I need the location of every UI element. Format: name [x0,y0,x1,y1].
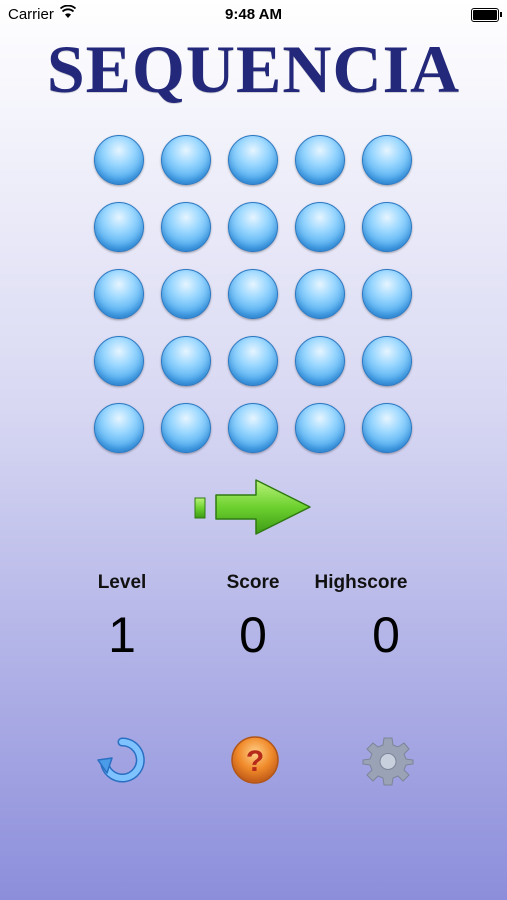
grid-dot-r5-c5[interactable] [362,403,412,453]
battery-icon [471,8,502,22]
grid-dot-r1-c1[interactable] [94,135,144,185]
grid-dot-r1-c3[interactable] [228,135,278,185]
grid-dot-r3-c3[interactable] [228,269,278,319]
grid-dot-r1-c4[interactable] [295,135,345,185]
score-value: 0 [239,607,267,663]
score-label: Score [226,572,280,593]
clock: 9:48 AM [225,6,282,23]
grid-dot-r2-c4[interactable] [295,202,345,252]
grid-dot-r3-c1[interactable] [94,269,144,319]
grid-dot-r3-c2[interactable] [161,269,211,319]
grid-dot-r4-c2[interactable] [161,336,211,386]
sequence-grid [94,135,416,455]
grid-dot-r5-c2[interactable] [161,403,211,453]
level-value: 1 [108,607,136,663]
restart-button[interactable] [96,734,148,786]
grid-dot-r2-c1[interactable] [94,202,144,252]
grid-dot-r4-c5[interactable] [362,336,412,386]
grid-dot-r5-c4[interactable] [295,403,345,453]
grid-dot-r3-c5[interactable] [362,269,412,319]
grid-dot-r2-c2[interactable] [161,202,211,252]
grid-dot-r4-c1[interactable] [94,336,144,386]
grid-dot-r4-c3[interactable] [228,336,278,386]
grid-dot-r1-c5[interactable] [362,135,412,185]
grid-dot-r2-c5[interactable] [362,202,412,252]
svg-text:?: ? [246,745,264,778]
grid-dot-r5-c1[interactable] [94,403,144,453]
status-bar: Carrier 9:48 AM [0,0,507,30]
highscore-value: 0 [372,607,400,663]
help-button[interactable]: ? [229,734,281,786]
highscore-label: Highscore [314,572,408,593]
grid-dot-r3-c4[interactable] [295,269,345,319]
grid-dot-r2-c3[interactable] [228,202,278,252]
help-question-icon: ? [231,736,279,784]
level-label: Level [97,572,147,593]
grid-dot-r5-c3[interactable] [228,403,278,453]
settings-button[interactable] [362,734,414,786]
app-title: SEQUENCIA [46,31,461,107]
grid-dot-r1-c2[interactable] [161,135,211,185]
grid-dot-r4-c4[interactable] [295,336,345,386]
next-arrow-button[interactable] [192,476,314,538]
